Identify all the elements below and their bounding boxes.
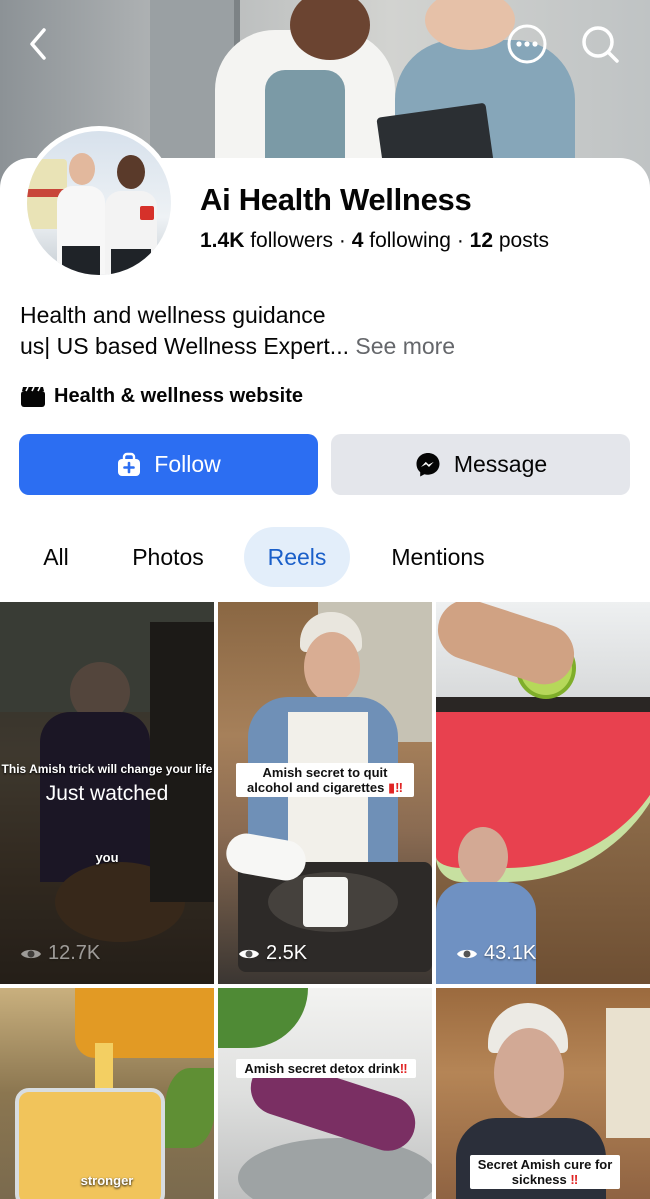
bio-line-2-text: us| US based Wellness Expert...: [20, 333, 349, 359]
reel-3-hand: [436, 602, 582, 693]
avatar-person-1-head: [69, 153, 95, 185]
reel-5-pot: [238, 1138, 432, 1199]
followers-count[interactable]: 1.4K: [200, 229, 244, 252]
follow-button[interactable]: Follow: [19, 434, 318, 495]
profile-tabs: All Photos Reels Mentions: [0, 527, 650, 589]
reel-3-face: [458, 827, 508, 887]
reel-5-mint: [218, 988, 308, 1048]
follow-button-label: Follow: [154, 451, 221, 477]
search-button[interactable]: [578, 22, 622, 66]
clapperboard-icon: [21, 386, 45, 407]
category-label: Health & wellness website: [54, 385, 303, 407]
posts-count: 12: [469, 229, 494, 252]
avatar-badge: [140, 206, 154, 220]
page-title: Ai Health Wellness: [200, 182, 472, 217]
see-more-link[interactable]: See more: [355, 333, 455, 359]
reel-6-caption-text: Secret Amish cure for sickness: [477, 1157, 613, 1187]
bio-line-1: Health and wellness guidance: [20, 302, 326, 328]
avatar[interactable]: [22, 126, 176, 280]
reel-1-subtext: you: [95, 850, 119, 865]
reel-tile[interactable]: Amish secret to quit alcohol and cigaret…: [218, 602, 432, 984]
eye-icon: [239, 949, 259, 958]
reel-4-leaf: [165, 1068, 214, 1148]
avatar-person-2-legs: [111, 249, 151, 275]
alert-icon: ‼: [570, 1172, 579, 1187]
bio-line-2: us| US based Wellness Expert... See more: [20, 331, 620, 362]
reel-2-face: [304, 632, 360, 702]
tab-all[interactable]: All: [20, 527, 92, 587]
messenger-icon: [414, 451, 442, 479]
reel-3-dress: [436, 882, 536, 984]
reel-1-status: Just watched: [45, 782, 169, 805]
reel-tile[interactable]: stronger: [0, 988, 214, 1199]
reel-4-subtext: stronger: [80, 1173, 134, 1188]
bio: Health and wellness guidance us| US base…: [20, 300, 620, 362]
reel-2-caption: Amish secret to quit alcohol and cigaret…: [236, 763, 414, 797]
category-row: Health & wellness website: [20, 385, 303, 408]
reel-tile[interactable]: Amish secret detox drink‼: [218, 988, 432, 1199]
eye-icon: [457, 949, 477, 958]
reel-1-views: 12.7K: [20, 942, 100, 965]
search-icon: [582, 26, 619, 63]
tab-reels[interactable]: Reels: [244, 527, 350, 587]
profile-stats: 1.4K followers · 4 following · 12 posts: [200, 229, 549, 253]
avatar-person-2-head: [117, 155, 145, 189]
back-button[interactable]: [16, 22, 60, 66]
reel-1-views-count: 12.7K: [48, 942, 101, 964]
reel-2-views: 2.5K: [238, 942, 307, 965]
stats-separator: ·: [450, 229, 470, 252]
add-bag-icon: [116, 452, 142, 478]
avatar-person-1-legs: [62, 246, 100, 275]
reel-tile[interactable]: 43.1K: [436, 602, 650, 984]
posts-label: posts: [493, 229, 550, 252]
avatar-image: [27, 131, 171, 275]
following-label[interactable]: following: [363, 229, 451, 252]
following-count[interactable]: 4: [352, 229, 364, 252]
message-button-label: Message: [453, 451, 548, 477]
reel-3-views-count: 43.1K: [484, 942, 537, 964]
reel-1-caption: This Amish trick will change your life: [1, 762, 213, 776]
stats-separator: ·: [333, 229, 352, 252]
reel-6-caption: Secret Amish cure for sickness ‼: [470, 1155, 620, 1189]
eye-icon: [21, 949, 41, 958]
tab-mentions[interactable]: Mentions: [366, 527, 510, 587]
tab-photos[interactable]: Photos: [108, 527, 228, 587]
alert-icon: ‼: [399, 1061, 408, 1076]
reel-6-window: [606, 1008, 650, 1138]
reel-5-caption: Amish secret detox drink‼: [236, 1059, 416, 1078]
reel-5-caption-text: Amish secret detox drink: [244, 1061, 400, 1076]
reel-2-views-count: 2.5K: [266, 942, 308, 964]
reel-2-caption-text: Amish secret to quit alcohol and cigaret…: [247, 765, 388, 795]
more-horizontal-icon: [507, 24, 547, 64]
chevron-left-icon: [30, 28, 46, 60]
followers-label[interactable]: followers: [244, 229, 333, 252]
message-button[interactable]: Message: [331, 434, 630, 495]
reel-tile[interactable]: Secret Amish cure for sickness ‼: [436, 988, 650, 1199]
alert-icon: ▮‼: [387, 780, 403, 795]
reel-3-views: 43.1K: [456, 942, 536, 965]
reel-6-face: [494, 1028, 564, 1118]
reel-tile[interactable]: This Amish trick will change your life J…: [0, 602, 214, 984]
reel-2-glass: [303, 877, 348, 927]
more-options-button[interactable]: [505, 22, 549, 66]
